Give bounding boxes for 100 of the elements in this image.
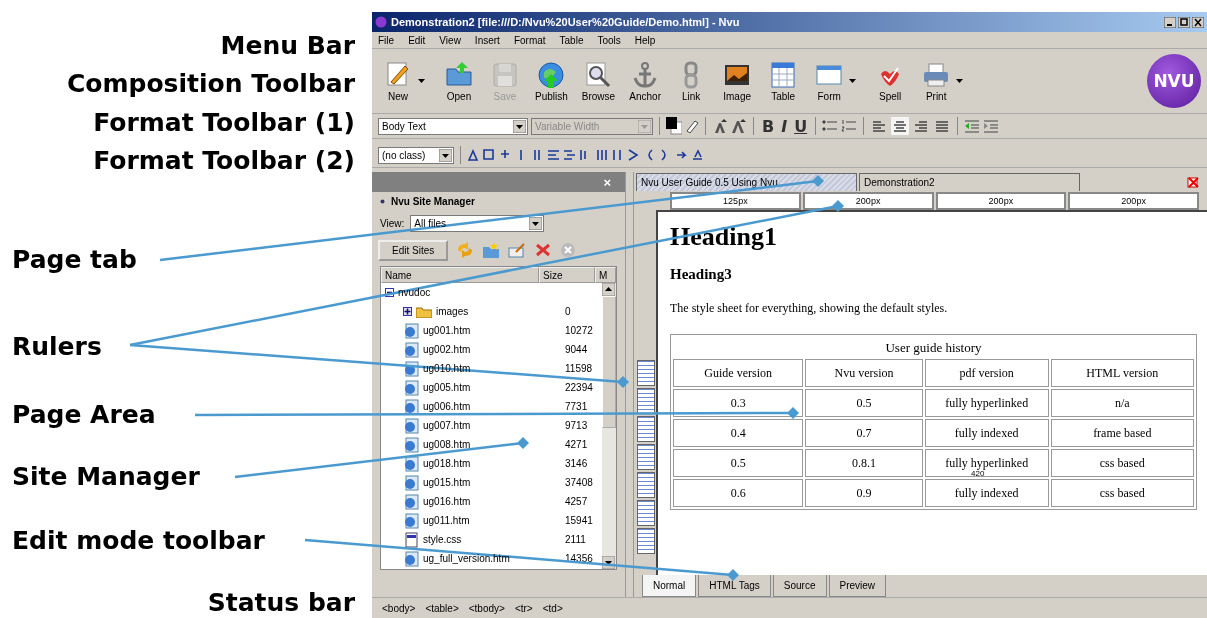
logo: NVU (1147, 54, 1201, 108)
dropdown-arrow-icon[interactable] (529, 216, 543, 230)
file-size: 9713 (564, 420, 588, 431)
format-button[interactable]: I (779, 116, 790, 136)
column-header[interactable]: Size (539, 267, 595, 283)
file-name[interactable]: ug001.htm (423, 325, 471, 336)
file-name[interactable]: nvudoc (398, 287, 431, 298)
ruler-cell[interactable]: 125px (670, 192, 801, 210)
box-icon[interactable] (483, 148, 496, 162)
toolbar-button[interactable]: Browse (577, 60, 620, 102)
menu-item[interactable]: Edit (408, 34, 426, 46)
delete-icon[interactable] (534, 242, 553, 258)
ruler-cell[interactable] (637, 388, 655, 414)
text-smaller-icon[interactable] (712, 118, 728, 134)
align-center-icon[interactable] (891, 117, 910, 135)
edit-mode-tab[interactable]: HTML Tags (698, 575, 771, 597)
minimize-icon[interactable] (1164, 16, 1176, 28)
caret-icon[interactable] (956, 79, 964, 83)
format-button[interactable]: U (792, 116, 810, 136)
dropdown-arrow-icon[interactable] (439, 148, 452, 162)
file-name[interactable]: ug008.htm (423, 439, 471, 450)
file-name[interactable]: ug018.htm (423, 458, 471, 469)
table-cell: fully indexed (924, 419, 1049, 447)
toolbar-button[interactable]: Print (916, 60, 957, 102)
ruler-cell[interactable] (637, 528, 655, 554)
file-name[interactable]: ug002.htm (423, 344, 471, 355)
edit-sites-button[interactable]: Edit Sites (378, 239, 449, 261)
web-page-icon (403, 398, 419, 415)
tag-breadcrumb[interactable]: <td> (542, 602, 563, 614)
file-name[interactable]: ug_full_version.htm (423, 553, 510, 564)
rename-icon[interactable] (508, 242, 527, 258)
file-size: 37408 (564, 477, 593, 488)
menu-item[interactable]: Help (634, 34, 656, 46)
highlight-pen-icon[interactable] (685, 119, 699, 133)
ruler-cell[interactable]: 200px (802, 192, 934, 210)
toolbar-button[interactable]: Table (763, 60, 804, 102)
toolbar-button[interactable]: Publish (531, 60, 572, 102)
edit-mode-tab[interactable]: Preview (828, 575, 887, 597)
table-cell: 0.5 (673, 449, 804, 477)
menu-item[interactable]: Table (559, 34, 584, 46)
tag-breadcrumb[interactable]: <body> (382, 602, 416, 614)
menu-item[interactable]: Insert (474, 34, 500, 46)
underline-icon[interactable] (691, 148, 704, 162)
stop-icon[interactable] (560, 242, 577, 258)
table-cell: 0.5 (805, 389, 923, 417)
list-icon[interactable] (547, 148, 560, 162)
caret-icon[interactable] (418, 79, 425, 83)
caret-icon[interactable] (849, 79, 857, 83)
scrollbar[interactable] (602, 283, 616, 569)
file-name[interactable]: ug016.htm (423, 496, 471, 507)
file-name[interactable]: ug015.htm (423, 477, 471, 488)
tag-breadcrumb[interactable]: <tr> (514, 602, 533, 614)
menu-item[interactable]: Format (513, 34, 546, 46)
toolbar-button[interactable]: Anchor (625, 60, 666, 102)
ruler-cell[interactable]: 200px (1068, 192, 1199, 210)
menu-item[interactable]: File (378, 34, 395, 46)
text-larger-icon[interactable] (731, 118, 747, 134)
dropdown-arrow-icon[interactable] (513, 119, 526, 133)
ruler-cell[interactable] (637, 416, 655, 442)
ruler-cell[interactable] (637, 472, 655, 498)
file-name[interactable]: ug005.htm (423, 382, 471, 393)
text-color-icon[interactable] (666, 117, 682, 135)
tag-breadcrumb[interactable]: <table> (425, 602, 459, 614)
ruler-cell[interactable]: 200px (935, 192, 1067, 210)
menu-item[interactable]: Tools (597, 34, 621, 46)
web-page-icon (403, 493, 419, 510)
class-dropdown[interactable]: (no class) (378, 146, 454, 164)
column-header[interactable]: Name (381, 267, 539, 283)
toolbar-button[interactable]: Spell (870, 60, 911, 102)
file-name[interactable]: ug007.htm (423, 420, 471, 431)
file-name[interactable]: images (436, 306, 469, 317)
close-button[interactable]: × (603, 174, 611, 190)
list-icon[interactable] (563, 148, 576, 162)
column-header[interactable]: M (595, 267, 616, 283)
ruler-cell[interactable] (637, 500, 655, 526)
toolbar-button[interactable]: New (378, 60, 418, 102)
web-page-icon (403, 322, 419, 339)
page-tab[interactable]: Demonstration2 (859, 173, 1080, 191)
toolbar-button[interactable]: Image (717, 60, 758, 102)
close-icon[interactable] (1192, 16, 1204, 28)
scroll-up-icon[interactable] (602, 283, 615, 296)
close-tab-icon[interactable] (1187, 176, 1199, 188)
maximize-icon[interactable] (1178, 16, 1190, 28)
ruler-cell[interactable] (637, 360, 655, 386)
expander-icon[interactable] (385, 288, 394, 297)
toolbar-button[interactable]: Open (439, 60, 479, 102)
edit-mode-tab[interactable]: Normal (642, 575, 697, 597)
file-name[interactable]: ug006.htm (423, 401, 471, 412)
file-name[interactable]: style.css (423, 534, 462, 545)
expander-icon[interactable] (403, 307, 412, 316)
edit-mode-tab[interactable]: Source (772, 575, 827, 597)
toolbar-button[interactable]: Link (671, 60, 712, 102)
bullet-list-icon[interactable] (822, 119, 839, 133)
tag-breadcrumb[interactable]: <tbody> (468, 602, 505, 614)
file-name[interactable]: ug011.htm (423, 515, 470, 526)
paragraph-style-dropdown[interactable]: Body Text (378, 117, 528, 135)
format-button[interactable]: B (760, 116, 777, 136)
menu-item[interactable]: View (439, 34, 461, 46)
toolbar-button[interactable]: Form (809, 60, 850, 102)
ruler-cell[interactable] (637, 444, 655, 470)
